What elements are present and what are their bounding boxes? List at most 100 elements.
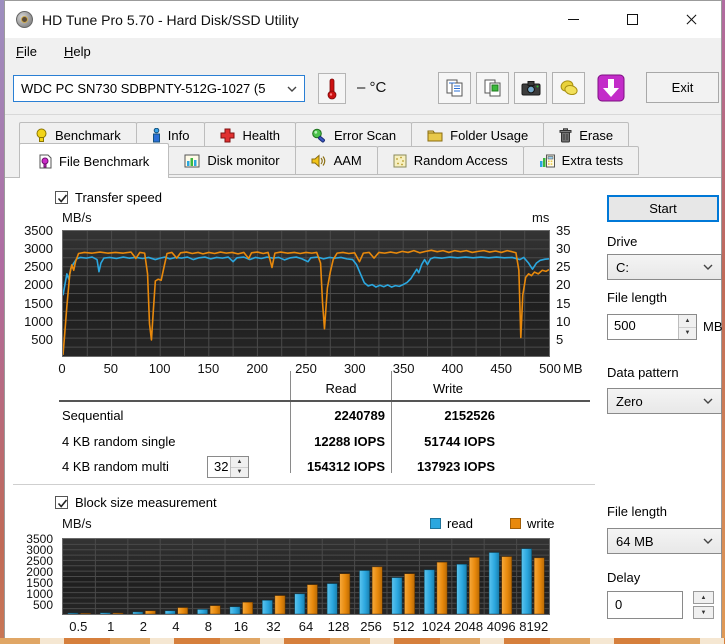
file-length-label: File length (607, 290, 667, 305)
data-pattern-label: Data pattern (607, 365, 679, 380)
chevron-down-icon (287, 86, 297, 92)
random-multi-write-value: 137923 IOPS (416, 459, 495, 474)
toolbar: WDC PC SN730 SDBPNTY-512G-1027 (5 – °C E… (5, 64, 721, 114)
disk-monitor-icon (184, 154, 200, 167)
queue-depth-spinner[interactable]: 32 ▲ ▼ (207, 456, 249, 478)
spin-up-icon[interactable]: ▲ (679, 315, 696, 328)
y-axis-unit-mbs: MB/s (62, 210, 92, 225)
row-label-random-single: 4 KB random single (62, 434, 176, 449)
copy-text-button[interactable] (438, 72, 471, 104)
random-single-write-value: 51744 IOPS (424, 434, 495, 449)
checkbox-checked-icon (55, 496, 68, 509)
copy-image-button[interactable] (476, 72, 509, 104)
tab-random-access[interactable]: Random Access (376, 146, 524, 175)
copy-text-icon (446, 79, 462, 97)
donate-button[interactable] (552, 72, 585, 104)
temperature-button[interactable] (318, 73, 346, 104)
download-arrow-icon (597, 74, 624, 102)
speaker-icon (311, 153, 325, 168)
menu-file[interactable]: File (16, 44, 37, 59)
desktop-taskbar-strip (0, 638, 725, 644)
block-size-chart (62, 538, 550, 615)
folder-icon (427, 130, 443, 142)
magnifier-icon (312, 128, 326, 142)
chevron-down-icon (703, 264, 713, 270)
random-single-read-value: 12288 IOPS (314, 434, 385, 449)
tab-extra-tests[interactable]: Extra tests (522, 146, 640, 175)
drive-dropdown-value: C: (616, 259, 629, 275)
legend-read-swatch (430, 518, 441, 529)
save-results-button[interactable] (594, 72, 627, 104)
close-button[interactable] (662, 1, 721, 38)
file-benchmark-panel: Transfer speed MB/s ms 500 1000 1500 2000 25… (5, 177, 723, 638)
block-chart-y-labels: 500 1000 1500 2000 2500 3000 3500 (26, 532, 53, 612)
block-file-length-value: 64 MB (616, 533, 654, 549)
drive-selector-dropdown[interactable]: WDC PC SN730 SDBPNTY-512G-1027 (5 (13, 75, 305, 102)
health-cross-icon (220, 128, 235, 142)
minimize-button[interactable] (544, 1, 603, 38)
copy-image-icon (484, 79, 500, 97)
tab-erase[interactable]: Erase (543, 122, 630, 148)
file-length-unit: MB (703, 319, 723, 334)
sequential-write-value: 2152526 (444, 408, 495, 423)
delay-down-button[interactable]: ▼ (693, 606, 714, 619)
trash-icon (559, 127, 572, 142)
transfer-speed-checkbox[interactable]: Transfer speed (55, 190, 162, 205)
exit-button[interactable]: Exit (646, 72, 719, 103)
delay-label: Delay (607, 570, 641, 585)
titlebar: HD Tune Pro 5.70 - Hard Disk/SSD Utility (5, 1, 721, 38)
maximize-button[interactable] (603, 1, 662, 38)
menu-help[interactable]: Help (64, 44, 91, 59)
temperature-value: – °C (357, 79, 387, 96)
legend-write-swatch (510, 518, 521, 529)
start-button[interactable]: Start (607, 195, 719, 222)
transfer-chart-y-left-labels: 500 1000 1500 2000 2500 3000 3500 (24, 223, 53, 347)
tab-aam[interactable]: AAM (294, 146, 378, 175)
file-length-spinner[interactable]: 500 ▲ ▼ (607, 314, 697, 340)
maximize-icon (627, 14, 638, 25)
tab-error-scan[interactable]: Error Scan (295, 122, 413, 148)
window-title: HD Tune Pro 5.70 - Hard Disk/SSD Utility (42, 11, 299, 28)
section-separator (13, 484, 595, 488)
row-label-sequential: Sequential (62, 408, 124, 423)
tab-file-benchmark[interactable]: File Benchmark (19, 143, 170, 178)
transfer-chart-x-labels: 0 50 100 150 200 250 300 350 400 450 500 MB (58, 361, 583, 376)
transfer-chart-y-right-labels: 5 10 15 20 25 30 35 (556, 223, 571, 347)
write-column-header: Write (432, 381, 464, 396)
checkbox-checked-icon (55, 191, 68, 204)
chevron-down-icon (703, 538, 713, 544)
data-pattern-dropdown[interactable]: Zero (607, 388, 722, 414)
random-multi-read-value: 154312 IOPS (306, 459, 385, 474)
random-access-icon (393, 154, 407, 167)
bulb-icon (36, 128, 47, 142)
tab-folder-usage[interactable]: Folder Usage (411, 122, 545, 148)
spin-up-icon[interactable]: ▲ (231, 457, 248, 468)
chevron-down-icon (703, 398, 713, 404)
tab-disk-monitor[interactable]: Disk monitor (168, 146, 296, 175)
y-axis-unit-ms: ms (532, 210, 550, 225)
drive-dropdown[interactable]: C: (607, 254, 722, 280)
read-column-header: Read (325, 381, 357, 396)
extra-tests-icon (539, 154, 555, 167)
legend-write-label: write (527, 516, 555, 531)
block-size-checkbox[interactable]: Block size measurement (55, 495, 217, 510)
delay-input[interactable]: 0 (607, 591, 683, 619)
screenshot-button[interactable] (514, 72, 547, 104)
spin-down-icon[interactable]: ▼ (231, 467, 248, 477)
app-icon (16, 11, 33, 28)
delay-up-button[interactable]: ▲ (693, 591, 714, 604)
spin-down-icon[interactable]: ▼ (679, 327, 696, 339)
close-icon (686, 14, 697, 25)
file-benchmark-icon (39, 154, 52, 168)
table-header-rule (59, 400, 590, 402)
block-file-length-dropdown[interactable]: 64 MB (607, 528, 722, 554)
data-pattern-value: Zero (616, 393, 643, 409)
drive-selector-value: WDC PC SN730 SDBPNTY-512G-1027 (5 (21, 81, 266, 96)
drive-label: Drive (607, 234, 638, 249)
file-length-value: 500 (614, 318, 636, 333)
transfer-speed-chart (62, 230, 550, 357)
block-file-length-label: File length (607, 504, 667, 519)
sequential-read-value: 2240789 (334, 408, 385, 423)
tab-health[interactable]: Health (204, 122, 297, 148)
hands-icon (560, 80, 578, 96)
